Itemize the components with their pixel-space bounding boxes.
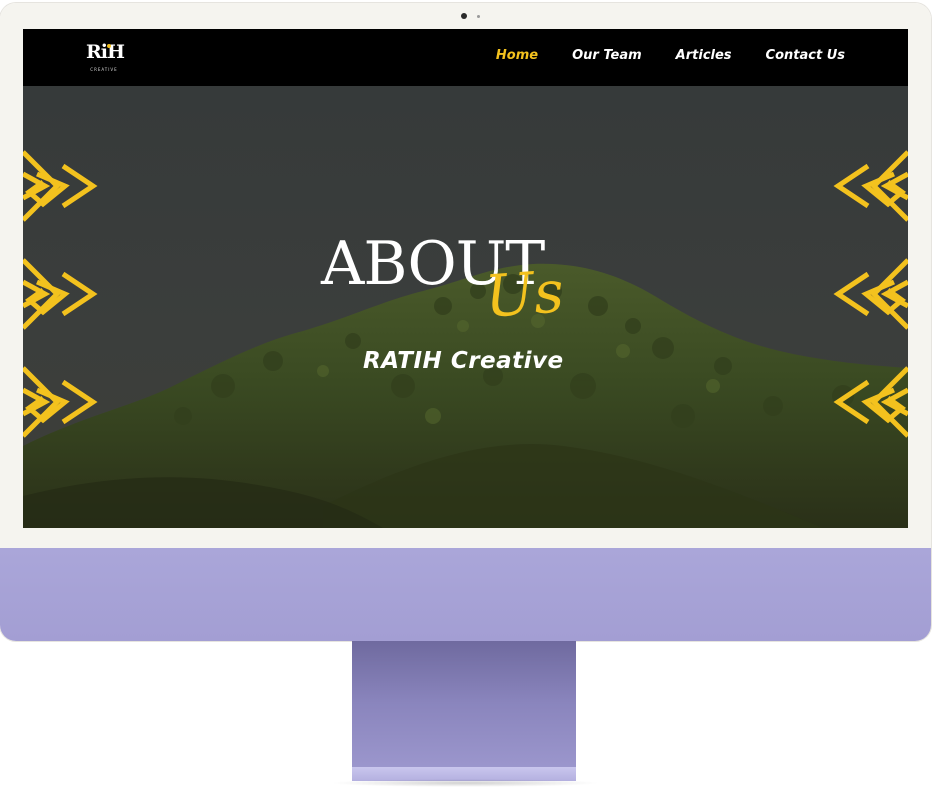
mountain-image — [23, 263, 908, 528]
imac-stand — [352, 641, 576, 779]
stand-shadow — [330, 779, 600, 787]
tribal-pattern-right-icon — [833, 150, 908, 438]
imac-frame: RiH CREATIVE Home Our Team Articles Cont… — [0, 3, 931, 641]
website-screen: RiH CREATIVE Home Our Team Articles Cont… — [23, 29, 908, 528]
imac-chin — [0, 548, 931, 641]
nav-link-contact-us[interactable]: Contact Us — [766, 48, 845, 63]
hero-title-script: Us — [482, 257, 566, 331]
nav-link-our-team[interactable]: Our Team — [572, 48, 642, 63]
brand-logo[interactable]: RiH CREATIVE — [86, 41, 125, 75]
nav-menu: Home Our Team Articles Contact Us — [496, 48, 845, 63]
nav-link-articles[interactable]: Articles — [676, 48, 732, 63]
logo-dot-icon — [107, 44, 111, 48]
camera-sensor-icon — [477, 15, 480, 18]
hero-banner: ABOUT Us RATIH Creative — [23, 86, 908, 528]
camera-icon — [461, 13, 467, 19]
nav-link-home[interactable]: Home — [496, 48, 538, 63]
logo-mark: RiH — [86, 41, 125, 63]
tribal-pattern-left-icon — [23, 150, 98, 438]
navbar: RiH CREATIVE Home Our Team Articles Cont… — [23, 29, 908, 86]
screen-bezel: RiH CREATIVE Home Our Team Articles Cont… — [0, 3, 931, 548]
hero-subtitle: RATIH Creative — [363, 348, 564, 374]
logo-subtext: CREATIVE — [90, 67, 118, 72]
